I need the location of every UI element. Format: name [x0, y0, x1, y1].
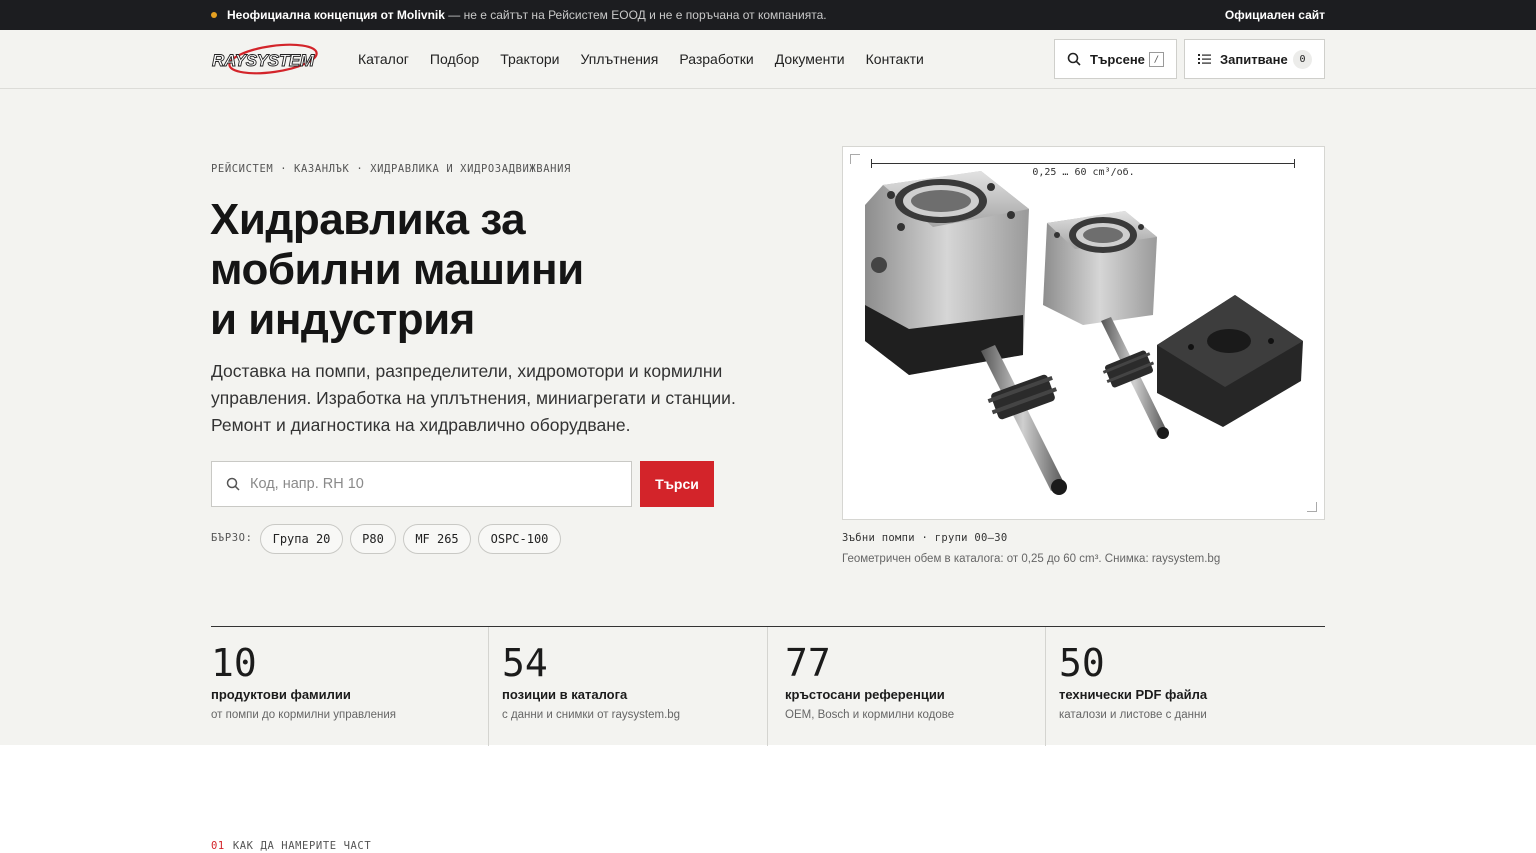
nav-contacts[interactable]: Контакти: [866, 51, 924, 67]
svg-text:RAYSYSTEM: RAYSYSTEM: [212, 51, 315, 70]
nav-catalog[interactable]: Каталог: [358, 51, 409, 67]
section-number: 01: [211, 840, 225, 852]
stat-number: 77: [785, 641, 831, 685]
stat-pdf-files: 50 технически PDF файла каталози и листо…: [1046, 627, 1325, 746]
stat-cross-references: 77 кръстосани референции OEM, Bosch и ко…: [768, 627, 1046, 746]
search-button[interactable]: Търсене /: [1054, 39, 1177, 79]
title-line-2: мобилни машини: [210, 245, 584, 294]
stat-subtext: от помпи до кормилни управления: [211, 709, 396, 721]
quick-chip-p80[interactable]: P80: [350, 524, 396, 554]
stat-subtext: OEM, Bosch и кормилни кодове: [785, 709, 955, 721]
nav-developments[interactable]: Разработки: [679, 51, 753, 67]
nav-tractors[interactable]: Трактори: [500, 51, 559, 67]
stat-subtext: каталози и листове с данни: [1059, 709, 1207, 721]
stat-label: технически PDF файла: [1059, 687, 1208, 702]
search-button-label: Търсене: [1090, 51, 1145, 67]
search-icon: [226, 477, 240, 491]
section-heading-find-part: 01 КАК ДА НАМЕРИТЕ ЧАСТ: [211, 840, 371, 852]
main-nav: Каталог Подбор Трактори Уплътнения Разра…: [358, 51, 945, 67]
search-shortcut-key: /: [1149, 52, 1164, 67]
nav-documents[interactable]: Документи: [775, 51, 845, 67]
search-submit-button[interactable]: Търси: [640, 461, 714, 507]
inquiry-count-badge: 0: [1293, 50, 1312, 69]
title-line-3: и индустрия: [210, 295, 475, 344]
stat-subtext: с данни и снимки от raysystem.bg: [502, 709, 681, 721]
nav-selection[interactable]: Подбор: [430, 51, 479, 67]
quick-chip-mf265[interactable]: MF 265: [403, 524, 471, 554]
quick-chip-ospc100[interactable]: OSPC-100: [478, 524, 561, 554]
stats-row: 10 продуктови фамилии от помпи до кормил…: [211, 626, 1325, 746]
stat-number: 54: [502, 641, 548, 685]
stat-label: кръстосани референции: [785, 687, 945, 702]
stat-number: 10: [211, 641, 257, 685]
inquiry-button-label: Запитване: [1220, 51, 1288, 67]
title-line-1: Хидравлика за: [210, 195, 526, 244]
site-header: RAYSYSTEM Каталог Подбор Трактори Уплътн…: [0, 30, 1536, 89]
concept-notice: Неофициална концепция от Molivnik — не е…: [227, 8, 827, 22]
stat-catalog-items: 54 позиции в каталога с данни и снимки о…: [489, 627, 768, 746]
product-figure: 0,25 … 60 cm³/об.: [842, 146, 1325, 520]
part-search-field[interactable]: [211, 461, 632, 507]
section-title: КАК ДА НАМЕРИТЕ ЧАСТ: [232, 840, 372, 852]
warning-dot-icon: [211, 12, 217, 18]
list-icon: [1198, 54, 1211, 64]
notice-bar: Неофициална концепция от Molivnik — не е…: [0, 0, 1536, 30]
part-search-input[interactable]: [250, 476, 610, 492]
hero-eyebrow: РЕЙСИСТЕМ · КАЗАНЛЪК · ХИДРАВЛИКА И ХИДР…: [211, 163, 571, 175]
page-title: Хидравлика за мобилни машини и индустрия: [210, 195, 730, 345]
quick-search-label: БЪРЗО:: [211, 532, 253, 544]
stat-families: 10 продуктови фамилии от помпи до кормил…: [211, 627, 489, 746]
stat-label: продуктови фамилии: [211, 687, 351, 702]
gear-pump-image: [865, 171, 1303, 495]
figure-caption-text: Геометричен обем в каталога: от 0,25 до …: [842, 553, 1221, 565]
official-site-link[interactable]: Официален сайт: [1225, 8, 1325, 22]
figure-corner-mark: [1307, 502, 1317, 512]
search-icon: [1067, 52, 1081, 66]
dimension-line: [871, 159, 1295, 168]
raysystem-logo[interactable]: RAYSYSTEM: [211, 39, 323, 79]
nav-seals[interactable]: Уплътнения: [581, 51, 659, 67]
hero-lead-text: Доставка на помпи, разпределители, хидро…: [211, 361, 736, 435]
figure-caption-title: Зъбни помпи · групи 00–30: [842, 532, 1008, 544]
hero-section: РЕЙСИСТЕМ · КАЗАНЛЪК · ХИДРАВЛИКА И ХИДР…: [0, 89, 1536, 746]
stat-label: позиции в каталога: [502, 687, 628, 702]
stat-number: 50: [1059, 641, 1105, 685]
quick-chip-group-20[interactable]: Група 20: [260, 524, 343, 554]
figure-corner-mark: [850, 154, 860, 164]
inquiry-button[interactable]: Запитване 0: [1184, 39, 1325, 79]
